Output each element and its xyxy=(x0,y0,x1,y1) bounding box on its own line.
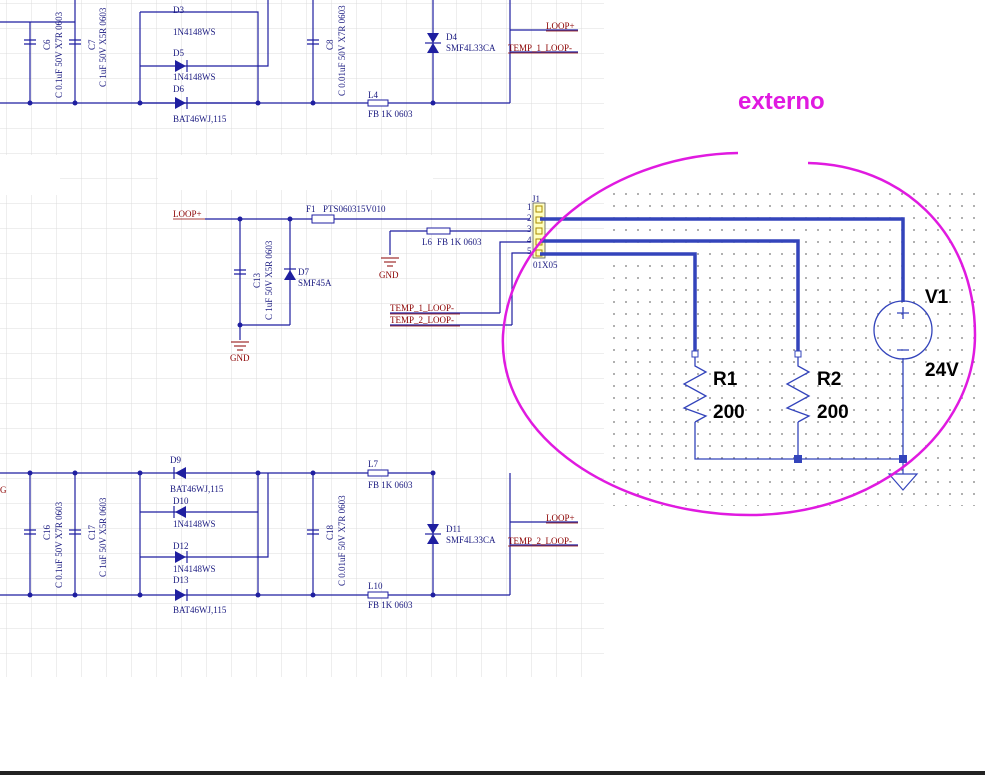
schematic-canvas: C6 C 0.1uF 50V X7R 0603 C7 C 1uF 50V X5R… xyxy=(0,0,985,775)
f1-ref: F1 xyxy=(306,204,316,214)
d3-part: 1N4148WS xyxy=(173,27,216,37)
l6-part: FB 1K 0603 xyxy=(437,237,482,247)
r2-ref: R2 xyxy=(817,369,841,390)
mid-temp2-loop-minus: TEMP_2_LOOP- xyxy=(390,315,454,325)
d11-part: SMF4L33CA xyxy=(446,535,496,545)
d13-part: BAT46WJ,115 xyxy=(173,605,227,615)
c6-ref: C6 xyxy=(42,39,52,50)
d11-ref: D11 xyxy=(446,524,461,534)
bottom-loop-plus: LOOP+ xyxy=(546,513,575,523)
c13-value: C 1uF 50V X5R 0603 xyxy=(264,240,274,320)
l4-ref: L4 xyxy=(368,90,378,100)
r1-ref: R1 xyxy=(713,369,738,390)
gnd-2: GND xyxy=(230,353,250,363)
l10-part: FB 1K 0603 xyxy=(368,600,413,610)
blank-patch xyxy=(0,155,60,195)
top-temp1-loop-minus: TEMP_1_LOOP- xyxy=(508,43,572,53)
j1-part: 01X05 xyxy=(533,260,558,270)
j1-ref: J1 xyxy=(532,194,540,204)
d5-part: 1N4148WS xyxy=(173,72,216,82)
j1-pin-1: 1 xyxy=(527,202,532,212)
l7-ref: L7 xyxy=(368,459,378,469)
c18-value: C 0.01uF 50V X7R 0603 xyxy=(337,495,347,586)
c7-ref: C7 xyxy=(87,39,97,50)
v1-ref: V1 xyxy=(925,287,949,308)
schematic-sheet xyxy=(0,0,604,677)
mid-loop-plus: LOOP+ xyxy=(173,209,202,219)
d6-part: BAT46WJ,115 xyxy=(173,114,227,124)
d5-ref: D5 xyxy=(173,48,184,58)
r1-value: 200 xyxy=(713,402,745,423)
v1-value: 24V xyxy=(925,360,959,381)
j1-pin-2: 2 xyxy=(527,213,532,223)
l4-part: FB 1K 0603 xyxy=(368,109,413,119)
d4-part: SMF4L33CA xyxy=(446,43,496,53)
r2-value: 200 xyxy=(817,402,849,423)
d13-ref: D13 xyxy=(173,575,189,585)
c8-ref: C8 xyxy=(325,39,335,50)
c13-ref: C13 xyxy=(252,272,262,288)
d9-part: BAT46WJ,115 xyxy=(170,484,224,494)
bottom-border xyxy=(0,771,985,775)
d10-part: 1N4148WS xyxy=(173,519,216,529)
d7-ref: D7 xyxy=(298,267,309,277)
c16-value: C 0.1uF 50V X7R 0603 xyxy=(54,501,64,588)
c16-ref: C16 xyxy=(42,524,52,540)
c8-value: C 0.01uF 50V X7R 0603 xyxy=(337,5,347,96)
f1-part: PTS060315V010 xyxy=(323,204,386,214)
top-loop-plus: LOOP+ xyxy=(546,21,575,31)
j1-pin-4: 4 xyxy=(527,235,532,245)
bottom-temp2-loop-minus: TEMP_2_LOOP- xyxy=(508,536,572,546)
c7-value: C 1uF 50V X5R 0603 xyxy=(98,7,108,87)
d6-ref: D6 xyxy=(173,84,184,94)
bottom-net-fragment: G xyxy=(0,485,7,495)
d4-ref: D4 xyxy=(446,32,457,42)
l7-part: FB 1K 0603 xyxy=(368,480,413,490)
c18-ref: C18 xyxy=(325,524,335,540)
d12-ref: D12 xyxy=(173,541,189,551)
c6-value: C 0.1uF 50V X7R 0603 xyxy=(54,11,64,98)
c17-value: C 1uF 50V X5R 0603 xyxy=(98,497,108,577)
mid-temp1-loop-minus: TEMP_1_LOOP- xyxy=(390,303,454,313)
d7-part: SMF45A xyxy=(298,278,332,288)
d12-part: 1N4148WS xyxy=(173,564,216,574)
blank-patch-2 xyxy=(158,155,433,190)
d9-ref: D9 xyxy=(170,455,181,465)
d3-ref: D3 xyxy=(173,5,184,15)
c17-ref: C17 xyxy=(87,524,97,540)
l6-ref: L6 xyxy=(422,237,432,247)
d10-ref: D10 xyxy=(173,496,189,506)
l10-ref: L10 xyxy=(368,581,383,591)
gnd-1: GND xyxy=(379,270,399,280)
externo-label: externo xyxy=(738,88,825,115)
j1-pin-3: 3 xyxy=(527,224,532,234)
